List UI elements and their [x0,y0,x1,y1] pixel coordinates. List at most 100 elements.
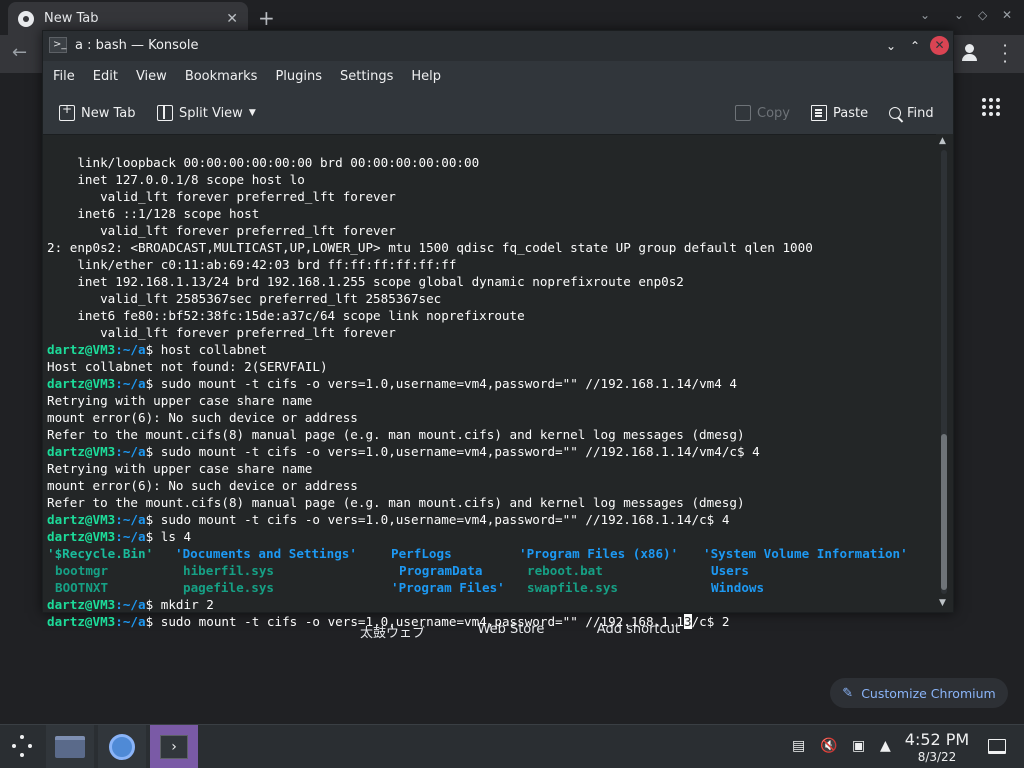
prompt-user: dartz@VM3 [47,529,116,544]
prompt-path: :~/a [115,529,146,544]
terminal-line: inet 127.0.0.1/8 scope host lo [47,172,305,187]
prompt-path: :~/a [115,444,146,459]
prompt-symbol: $ [145,376,161,391]
paste-button[interactable]: Paste [811,103,868,123]
prompt-path: :~/a [115,342,146,357]
ls-entry: hiberfil.sys [183,563,274,578]
command-text: mkdir 2 [160,597,214,612]
menu-bookmarks[interactable]: Bookmarks [185,69,258,84]
menu-view[interactable]: View [136,69,167,84]
window-titlebar[interactable]: >_ a : bash — Konsole ⌄ ⌃ ✕ [43,31,953,61]
split-view-button[interactable]: Split View ▼ [157,103,256,123]
prompt-user: dartz@VM3 [47,614,116,629]
volume-muted-icon[interactable]: 🔇 [820,738,837,754]
task-file-manager[interactable] [46,725,94,768]
terminal-line: inet 192.168.1.13/24 brd 192.168.1.255 s… [47,274,684,289]
pencil-icon: ✎ [842,685,854,701]
task-chromium[interactable] [98,725,146,768]
close-icon[interactable]: ✕ [226,11,238,27]
menu-help[interactable]: Help [411,69,441,84]
command-text: ls 4 [160,529,192,544]
tab-title: New Tab [44,11,99,26]
chromium-icon [18,10,34,27]
new-tab-label: New Tab [81,105,136,121]
minimize-icon[interactable]: ⌄ [954,8,964,22]
ls-entry: swapfile.sys [527,580,618,595]
search-icon [889,107,901,119]
terminal-line: 2: enp0s2: <BROADCAST,MULTICAST,UP,LOWER… [47,240,813,255]
terminal-line: Retrying with upper case share name [47,461,313,476]
text-cursor: 3 [683,614,692,629]
new-tab-button[interactable]: New Tab [59,102,136,123]
command-text: /c$ 2 [691,614,730,629]
prompt-path: :~/a [115,614,146,629]
command-text: sudo mount -t cifs -o vers=1.0,username=… [160,614,684,629]
paste-icon [811,105,827,121]
prompt-line: dartz@VM3:~/a$ sudo mount -t cifs -o ver… [47,443,933,460]
ls-entry: 'System Volume Information' [703,546,908,561]
command-text: sudo mount -t cifs -o vers=1.0,username=… [160,444,760,459]
ls-entry: pagefile.sys [183,580,274,595]
kebab-menu-icon[interactable]: · · · [1000,38,1010,70]
terminal-view[interactable]: link/loopback 00:00:00:00:00:00 brd 00:0… [43,134,953,629]
find-button[interactable]: Find [889,103,934,123]
taskbar: › ▤ 🔇 ▣ ▲ 4:52 PM 8/3/22 [0,724,1024,768]
scrollbar-thumb[interactable] [941,434,947,590]
menu-edit[interactable]: Edit [93,69,118,84]
customize-chromium-button[interactable]: ✎ Customize Chromium [830,678,1008,708]
back-arrow-icon[interactable]: ← [12,42,27,63]
konsole-app-icon: >_ [49,37,67,53]
clock-date: 8/3/22 [917,750,957,764]
menu-file[interactable]: File [53,69,75,84]
maximize-icon[interactable]: ◇ [978,8,987,22]
new-tab-icon [59,102,75,121]
close-window-icon[interactable]: ✕ [930,36,949,55]
terminal-line: valid_lft forever preferred_lft forever [47,223,396,238]
close-window-icon[interactable]: ✕ [1002,8,1012,22]
prompt-symbol: $ [145,614,161,629]
terminal-scrollbar[interactable]: ▲ ▼ [936,134,953,612]
prompt-user: dartz@VM3 [47,444,116,459]
app-launcher-icon[interactable] [8,733,36,761]
prompt-path: :~/a [115,512,146,527]
terminal-line: inet6 ::1/128 scope host [47,206,260,221]
prompt-user: dartz@VM3 [47,342,116,357]
prompt-line-current[interactable]: dartz@VM3:~/a$ sudo mount -t cifs -o ver… [47,613,933,630]
prompt-symbol: $ [145,342,161,357]
ls-entry: PerfLogs [391,546,452,561]
terminal-line: link/ether c0:11:ab:69:42:03 brd ff:ff:f… [47,257,457,272]
apps-grid-icon[interactable] [982,98,1000,116]
copy-icon [735,105,751,121]
prompt-user: dartz@VM3 [47,512,116,527]
terminal-line: link/loopback 00:00:00:00:00:00 brd 00:0… [47,155,480,170]
command-text: sudo mount -t cifs -o vers=1.0,username=… [160,512,730,527]
prompt-symbol: $ [145,444,161,459]
terminal-line: Refer to the mount.cifs(8) manual page (… [47,427,745,442]
chevron-up-icon[interactable]: ▲ [939,136,946,146]
chevron-down-icon[interactable]: ▼ [939,598,946,608]
tab-search-icon[interactable]: ⌄ [920,8,930,22]
prompt-symbol: $ [145,597,161,612]
split-view-label: Split View [179,105,243,121]
network-icon[interactable]: ▣ [852,738,865,754]
clock[interactable]: 4:52 PM 8/3/22 [900,730,974,764]
menu-settings[interactable]: Settings [340,69,393,84]
terminal-line: valid_lft forever preferred_lft forever [47,325,396,340]
show-desktop-icon[interactable] [988,739,1006,754]
maximize-icon[interactable]: ⌃ [905,36,925,56]
chevron-down-icon[interactable]: ▼ [249,108,256,118]
chevron-up-icon[interactable]: ▲ [880,738,891,754]
clipboard-icon[interactable]: ▤ [792,738,805,754]
terminal-line: Retrying with upper case share name [47,393,313,408]
task-konsole[interactable]: › [150,725,198,768]
menu-plugins[interactable]: Plugins [275,69,322,84]
paste-label: Paste [833,105,869,121]
copy-button[interactable]: Copy [735,103,790,123]
prompt-symbol: $ [145,529,161,544]
terminal-line: valid_lft forever preferred_lft forever [47,189,396,204]
profile-icon[interactable] [960,42,980,64]
terminal-line: Refer to the mount.cifs(8) manual page (… [47,495,745,510]
prompt-symbol: $ [145,512,161,527]
minimize-icon[interactable]: ⌄ [881,36,901,56]
new-tab-button[interactable]: + [258,6,275,30]
